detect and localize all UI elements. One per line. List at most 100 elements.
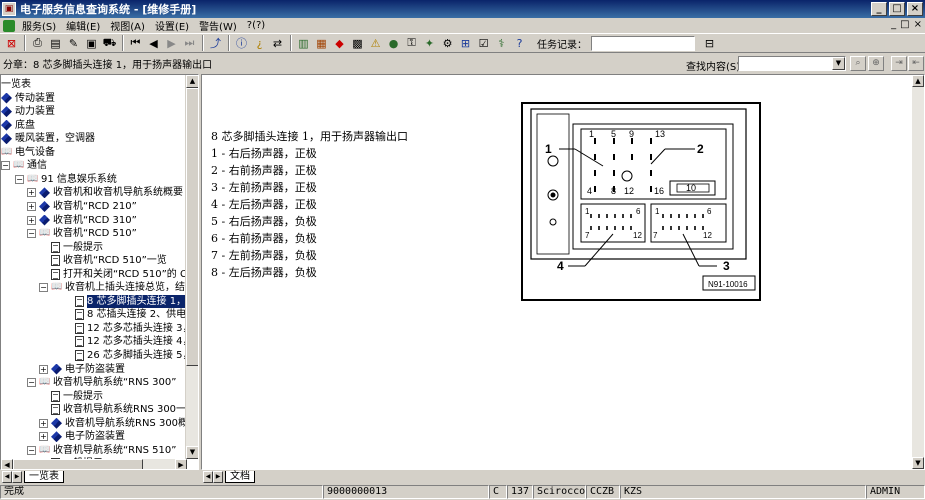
collapse-icon[interactable]: − <box>15 174 24 184</box>
tree-item[interactable]: + 收音机“RCD 310” <box>27 214 137 227</box>
page-icon[interactable]: ▤ <box>47 35 64 52</box>
back-icon[interactable]: ⇤ <box>908 56 924 71</box>
mdi-minimize-button[interactable]: _ <box>891 19 896 30</box>
doc-scroll-up-icon[interactable]: ▲ <box>912 75 924 87</box>
tree-item[interactable]: + 电子防盗装置 <box>39 430 125 443</box>
menu-help[interactable]: ?(?) <box>242 20 270 31</box>
tree-item[interactable]: 📖 电气设备 <box>1 146 55 159</box>
collapse-icon[interactable]: − <box>27 229 36 239</box>
maximize-button[interactable]: □ <box>889 2 905 16</box>
diagnostic-icon[interactable]: ⚕ <box>493 35 510 52</box>
tree-vertical-scrollbar[interactable]: ▲ ▼ <box>185 75 198 459</box>
next-page-icon[interactable]: ▶ <box>163 35 180 52</box>
test-icon[interactable]: ⊞ <box>457 35 474 52</box>
print-icon[interactable]: ⎙ <box>29 35 46 52</box>
scroll-down-icon[interactable]: ▼ <box>186 446 198 459</box>
close-button[interactable]: × <box>907 2 923 16</box>
tree-item[interactable]: 传动装置 <box>1 92 55 105</box>
tree-item[interactable]: 收音机“RCD 510”一览 <box>39 254 167 267</box>
search-icon[interactable]: ⌕ <box>850 56 866 71</box>
info-icon[interactable]: ⓘ <box>233 35 250 52</box>
document-vertical-scrollbar[interactable]: ▲ ▼ <box>912 75 924 469</box>
tree-item[interactable]: 底盘 <box>1 119 35 132</box>
expand-icon[interactable]: + <box>39 418 48 428</box>
prev-page-icon[interactable]: ◀ <box>145 35 162 52</box>
tree-item[interactable]: 暖风装置，空调器 <box>1 132 95 145</box>
tab-overview[interactable]: 一览表 <box>24 470 64 483</box>
tree-item[interactable]: 8 芯插头连接 2、供电 <box>63 308 186 321</box>
scroll-left-icon[interactable]: ◀ <box>1 459 13 469</box>
tree-item[interactable]: − 📖 收音机上插头连接总览，结 <box>39 281 185 294</box>
document-icon[interactable]: ▣ <box>83 35 100 52</box>
calc-icon[interactable]: ▩ <box>349 35 366 52</box>
tree-item[interactable]: 一般提示 <box>39 390 103 403</box>
scroll-up-icon[interactable]: ▲ <box>186 75 198 88</box>
mdi-close-button[interactable]: × <box>914 19 922 30</box>
first-page-icon[interactable]: ⏮ <box>127 35 144 52</box>
menu-edit[interactable]: 编辑(E) <box>61 18 105 33</box>
tree-item[interactable]: + 收音机“RCD 210” <box>27 200 137 213</box>
tree-item[interactable]: + 收音机和收音机导航系统概要 <box>27 186 183 199</box>
doc-tab-next-icon[interactable]: ▶ <box>213 470 223 483</box>
gear-icon[interactable]: ⚙ <box>439 35 456 52</box>
tree-item[interactable]: 打开和关闭“RCD 510”的 C <box>39 268 187 281</box>
hscroll-thumb[interactable] <box>13 459 143 469</box>
doc-scroll-down-icon[interactable]: ▼ <box>912 457 924 469</box>
expand-icon[interactable]: + <box>27 201 36 211</box>
expand-icon[interactable]: + <box>39 364 48 374</box>
tree-item[interactable]: − 📖 收音机“RCD 510” <box>27 227 137 240</box>
book-icon[interactable]: ◆ <box>331 35 348 52</box>
chevron-down-icon[interactable]: ▼ <box>832 57 845 70</box>
collapse-icon[interactable]: − <box>27 378 36 388</box>
tree-item[interactable]: 一般提示 <box>39 241 103 254</box>
globe-icon[interactable]: ● <box>385 35 402 52</box>
expand-icon[interactable]: + <box>27 215 36 225</box>
search-next-icon[interactable]: ⊕ <box>868 56 884 71</box>
scroll-right-icon[interactable]: ▶ <box>175 459 187 469</box>
tree-item[interactable]: + 收音机导航系统RNS 300概 <box>39 417 187 430</box>
tree-item[interactable]: 8 芯多脚插头连接 1， <box>63 294 187 308</box>
tree-item[interactable]: − 📖 收音机导航系统“RNS 510” <box>27 444 176 457</box>
tree-item[interactable]: 12 芯多芯插头连接 3， <box>63 322 187 335</box>
tree-item[interactable]: 一览表 <box>1 78 31 91</box>
mdi-restore-button[interactable]: □ <box>900 19 909 30</box>
car-icon[interactable]: ⛟ <box>101 35 118 52</box>
tree-item[interactable]: − 📖 91 信息娱乐系统 <box>15 173 117 186</box>
task-record-field[interactable] <box>591 35 695 51</box>
tree-item[interactable]: − 📖 收音机导航系统“RNS 300” <box>27 376 176 389</box>
tree-horizontal-scrollbar[interactable]: ◀ ▶ <box>1 459 187 469</box>
tree-item[interactable]: 12 芯多芯插头连接 4， <box>63 335 187 348</box>
expand-icon[interactable]: + <box>27 188 36 198</box>
hint-icon[interactable]: ¿ <box>251 35 268 52</box>
manual-icon[interactable]: ▥ <box>295 35 312 52</box>
warning-icon[interactable]: ⚠ <box>367 35 384 52</box>
collapse-icon[interactable]: − <box>27 445 36 455</box>
up-level-icon[interactable]: ⤴ <box>207 35 224 52</box>
menu-service[interactable]: 服务(S) <box>17 18 61 33</box>
doc-tab-prev-icon[interactable]: ◀ <box>203 470 213 483</box>
collapse-icon[interactable]: − <box>39 283 48 293</box>
exit-icon[interactable]: ⊠ <box>3 35 20 52</box>
grid-icon[interactable]: ▦ <box>313 35 330 52</box>
tab-next-icon[interactable]: ▶ <box>12 470 22 483</box>
car-front-icon[interactable]: ⚿ <box>403 35 420 52</box>
edit-page-icon[interactable]: ✎ <box>65 35 82 52</box>
tab-document[interactable]: 文档 <box>225 470 255 483</box>
menu-settings[interactable]: 设置(E) <box>150 18 194 33</box>
tree-item[interactable]: 动力装置 <box>1 105 55 118</box>
tab-prev-icon[interactable]: ◀ <box>2 470 12 483</box>
minimize-button[interactable]: _ <box>871 2 887 16</box>
checklist-icon[interactable]: ☑ <box>475 35 492 52</box>
tools-icon[interactable]: ✦ <box>421 35 438 52</box>
scroll-thumb[interactable] <box>186 88 198 366</box>
search-input[interactable]: ▼ <box>738 56 846 71</box>
task-record-icon[interactable]: ⊟ <box>701 35 718 52</box>
help-question-icon[interactable]: ? <box>511 35 528 52</box>
collapse-icon[interactable]: − <box>1 161 10 171</box>
menu-warning[interactable]: 警告(W) <box>194 18 242 33</box>
tree-item[interactable]: 26 芯多脚插头连接 5， <box>63 349 187 362</box>
expand-icon[interactable]: + <box>39 432 48 442</box>
tree-item[interactable]: 收音机导航系统RNS 300一 <box>39 403 186 416</box>
menu-view[interactable]: 视图(A) <box>105 18 150 33</box>
tree-item[interactable]: − 📖 通信 <box>1 159 47 172</box>
